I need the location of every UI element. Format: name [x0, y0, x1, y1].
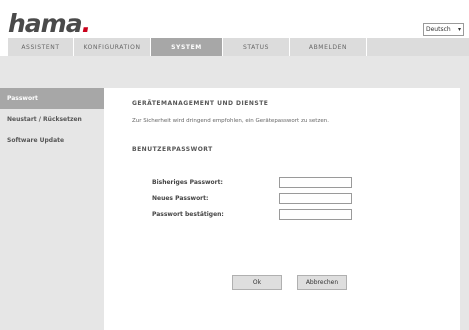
security-hint: Zur Sicherheit wird dringend empfohlen, … [132, 118, 329, 124]
ok-button[interactable]: Ok [232, 275, 282, 290]
tab-konfiguration-label: KONFIGURATION [83, 43, 141, 51]
tab-status-label: STATUS [242, 43, 270, 51]
tab-assistent[interactable]: ASSISTENT [8, 38, 74, 56]
ok-button-label: Ok [252, 279, 262, 286]
main-nav: ASSISTENT KONFIGURATION SYSTEM STATUS AB… [8, 38, 367, 56]
tab-status[interactable]: STATUS [223, 38, 290, 56]
label-current-password: Bisheriges Passwort: [152, 179, 223, 186]
tab-abmelden[interactable]: ABMELDEN [290, 38, 367, 56]
sidebar: Passwort Neustart / Rücksetzen Software … [0, 88, 104, 151]
logo-dot: . [81, 9, 91, 38]
logo-text: hama [8, 9, 83, 38]
tab-assistent-label: ASSISTENT [21, 43, 60, 51]
tab-system[interactable]: SYSTEM [151, 38, 223, 56]
cancel-button-label: Abbrechen [305, 279, 339, 286]
new-password-input[interactable] [279, 193, 352, 204]
section-title-user-password: BENUTZERPASSWORT [132, 146, 213, 153]
language-selected-value: Deutsch [426, 26, 451, 33]
tab-abmelden-label: ABMELDEN [308, 43, 348, 51]
label-new-password: Neues Passwort: [152, 195, 209, 202]
sidebar-item-label: Neustart / Rücksetzen [7, 116, 82, 123]
hama-logo: hama. [8, 9, 91, 38]
sidebar-item-label: Software Update [7, 137, 65, 144]
nav-filler [367, 38, 469, 56]
sidebar-item-neustart[interactable]: Neustart / Rücksetzen [0, 109, 104, 130]
sidebar-item-label: Passwort [7, 95, 38, 102]
chevron-down-icon: ▾ [457, 26, 461, 33]
section-title-management: GERÄTEMANAGEMENT UND DIENSTE [132, 100, 269, 107]
language-select[interactable]: Deutsch ▾ [423, 23, 464, 36]
current-password-input[interactable] [279, 177, 352, 188]
sidebar-item-software-update[interactable]: Software Update [0, 130, 104, 151]
content-panel: GERÄTEMANAGEMENT UND DIENSTE Zur Sicherh… [104, 88, 460, 330]
confirm-password-input[interactable] [279, 209, 352, 220]
label-confirm-password: Passwort bestätigen: [152, 211, 224, 218]
cancel-button[interactable]: Abbrechen [297, 275, 347, 290]
tab-konfiguration[interactable]: KONFIGURATION [74, 38, 151, 56]
sidebar-item-passwort[interactable]: Passwort [0, 88, 104, 109]
tab-system-label: SYSTEM [171, 43, 202, 51]
